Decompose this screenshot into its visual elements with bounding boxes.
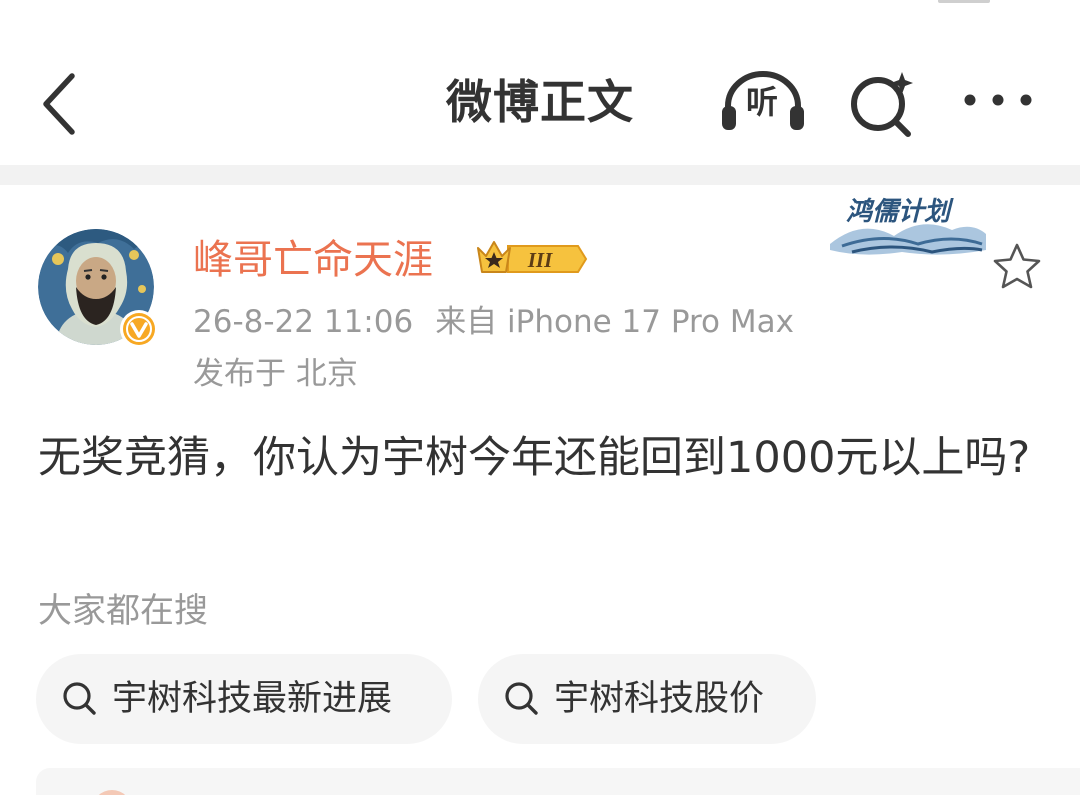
search-button[interactable] (846, 68, 918, 138)
top-navigation-bar: 微博正文 听 (0, 0, 1080, 165)
post-content: 无奖竞猜，你认为宇树今年还能回到1000元以上吗? (38, 433, 1031, 483)
trending-search-chip[interactable]: 宇树科技最新进展 (36, 654, 452, 744)
status-bar-indicator (938, 0, 990, 3)
vip-level-text: III (527, 248, 553, 272)
author-name[interactable]: 峰哥亡命天涯 (193, 232, 433, 288)
more-horizontal-icon (964, 94, 1032, 106)
search-sparkle-icon (851, 72, 913, 137)
post-source: 来自 iPhone 17 Pro Max (435, 304, 794, 340)
vip-level-badge[interactable]: III (474, 234, 590, 284)
section-divider (0, 165, 1080, 185)
page-title: 微博正文 (446, 75, 634, 129)
post-meta: 26-8-22 11:06 来自 iPhone 17 Pro Max (193, 300, 794, 344)
trending-search-chip[interactable]: 宇树科技股价 (478, 654, 816, 744)
trending-searches-title: 大家都在搜 (38, 591, 208, 631)
campaign-label: 鸿儒计划 (846, 197, 954, 227)
favorite-star-button[interactable] (990, 240, 1044, 294)
chevron-left-icon (43, 73, 75, 135)
trending-search-label: 宇树科技股价 (554, 679, 765, 719)
search-icon (63, 682, 96, 715)
listen-label: 听 (745, 83, 778, 121)
star-outline-icon (993, 243, 1041, 289)
post-location: 发布于 北京 (193, 356, 358, 392)
trending-search-label: 宇树科技最新进展 (112, 679, 393, 719)
more-options-button[interactable] (962, 80, 1034, 120)
next-card-preview (36, 768, 1080, 795)
post-timestamp: 26-8-22 11:06 (193, 304, 414, 340)
verified-v-icon (118, 308, 160, 350)
card-avatar-preview (92, 790, 132, 795)
campaign-badge[interactable]: 鸿儒计划 (822, 188, 990, 266)
search-icon (505, 682, 538, 715)
back-button[interactable] (34, 68, 94, 138)
listen-button[interactable]: 听 (718, 68, 808, 134)
